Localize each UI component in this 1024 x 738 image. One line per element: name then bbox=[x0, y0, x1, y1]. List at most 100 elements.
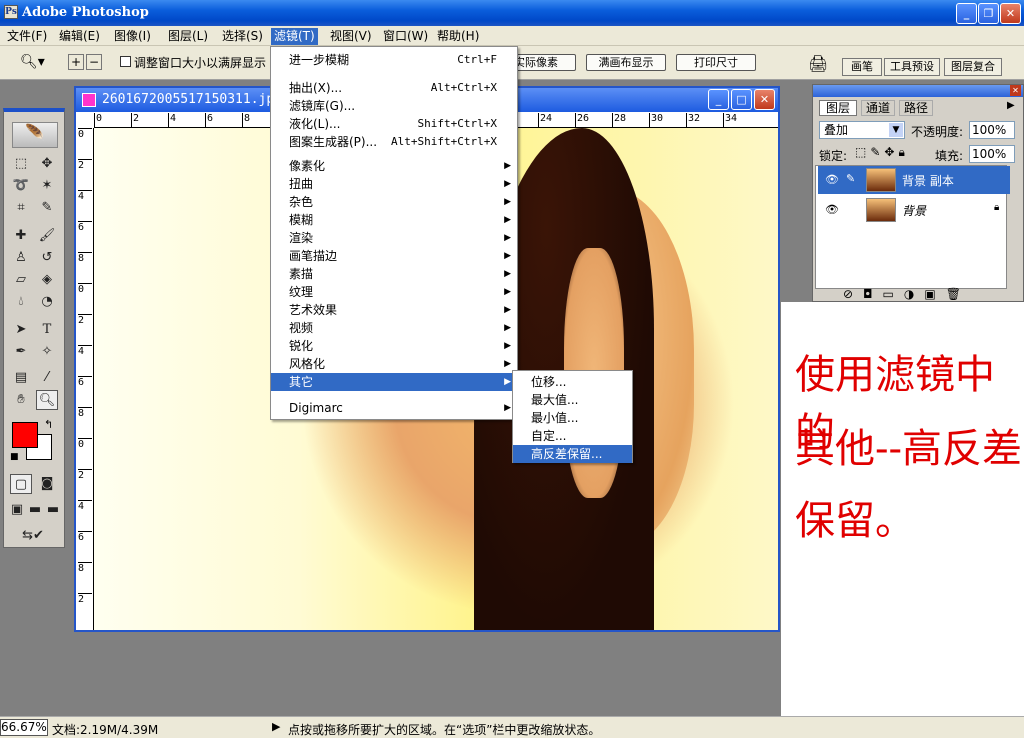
tab-tool-presets[interactable]: 工具预设 bbox=[884, 58, 940, 76]
layers-panel-close-icon[interactable]: ✕ bbox=[1010, 85, 1021, 96]
other-submenu-item[interactable]: 最大值... bbox=[513, 391, 632, 409]
slice-tool-icon[interactable]: ✎ bbox=[36, 198, 58, 218]
palette-well-icon[interactable]: 🖨︎ bbox=[808, 54, 828, 73]
zoom-in-icon[interactable]: + bbox=[68, 54, 84, 70]
fill-field[interactable]: 100% bbox=[969, 145, 1015, 163]
eyedropper-tool-icon[interactable]: ⁄ bbox=[36, 368, 58, 388]
other-submenu-item[interactable]: 最小值... bbox=[513, 409, 632, 427]
paint-bucket-tool-icon[interactable]: ◈ bbox=[36, 270, 58, 290]
menu-layer[interactable]: 图层(L) bbox=[165, 28, 211, 45]
menu-edit[interactable]: 编辑(E) bbox=[56, 28, 103, 45]
minimize-button[interactable]: _ bbox=[956, 3, 977, 24]
screen-mode-standard-icon[interactable]: ▣ bbox=[8, 500, 26, 520]
other-submenu-item[interactable]: 高反差保留... bbox=[513, 445, 632, 463]
filter-menu-item[interactable]: 其它 ▶ bbox=[271, 373, 517, 391]
menu-filter[interactable]: 滤镜(T) bbox=[271, 28, 318, 45]
zoom-tool-icon[interactable]: 🔍︎ bbox=[36, 390, 58, 410]
marquee-tool-icon[interactable]: ⬚ bbox=[10, 154, 32, 174]
tab-layer-comps[interactable]: 图层复合 bbox=[944, 58, 1002, 76]
menu-image[interactable]: 图像(I) bbox=[111, 28, 154, 45]
eraser-tool-icon[interactable]: ▱ bbox=[10, 270, 32, 290]
path-selection-tool-icon[interactable]: ➤ bbox=[10, 320, 32, 340]
filter-menu-item[interactable]: 杂色 ▶ bbox=[271, 193, 517, 211]
menu-view[interactable]: 视图(V) bbox=[327, 28, 375, 45]
zoom-out-icon[interactable]: − bbox=[86, 54, 102, 70]
other-submenu-item[interactable]: 自定... bbox=[513, 427, 632, 445]
filter-menu-item[interactable]: 纹理 ▶ bbox=[271, 283, 517, 301]
hand-tool-icon[interactable]: ✋︎ bbox=[10, 390, 32, 410]
menu-item-label: 高反差保留... bbox=[531, 447, 603, 461]
tab-paths[interactable]: 路径 bbox=[899, 100, 934, 116]
default-colors-icon[interactable]: ■ bbox=[10, 452, 19, 462]
filter-menu-item[interactable]: 液化(L)... Shift+Ctrl+X bbox=[271, 115, 517, 133]
dodge-tool-icon[interactable]: ◔ bbox=[36, 292, 58, 312]
layer-row[interactable]: 👁︎ 背景 🔒︎ bbox=[818, 196, 1010, 224]
print-size-button[interactable]: 打印尺寸 bbox=[676, 54, 756, 71]
filter-menu-item[interactable]: 图案生成器(P)... Alt+Shift+Ctrl+X bbox=[271, 133, 517, 151]
filter-menu-item[interactable]: 像素化 ▶ bbox=[271, 157, 517, 175]
filter-menu-item[interactable]: Digimarc ▶ bbox=[271, 399, 517, 417]
filter-menu-item[interactable]: 渲染 ▶ bbox=[271, 229, 517, 247]
doc-minimize-button[interactable]: _ bbox=[708, 89, 729, 110]
filter-menu-item[interactable]: 滤镜库(G)... bbox=[271, 97, 517, 115]
filter-menu-item[interactable]: 进一步模糊 Ctrl+F bbox=[271, 51, 517, 69]
screen-mode-full-menu-icon[interactable]: ▬ bbox=[26, 500, 44, 520]
filter-menu-item[interactable]: 风格化 ▶ bbox=[271, 355, 517, 373]
tab-layers[interactable]: 图层 bbox=[819, 100, 858, 116]
swap-colors-icon[interactable]: ↰ bbox=[44, 418, 53, 431]
menu-window[interactable]: 窗口(W) bbox=[380, 28, 431, 45]
ruler-tick-label: 8 bbox=[242, 113, 250, 127]
filter-menu-item[interactable]: 抽出(X)... Alt+Ctrl+X bbox=[271, 79, 517, 97]
eye-icon[interactable]: 👁︎ bbox=[822, 200, 842, 220]
doc-close-button[interactable]: ✕ bbox=[754, 89, 775, 110]
standard-mode-icon[interactable]: ▢ bbox=[10, 474, 32, 494]
doc-maximize-button[interactable]: □ bbox=[731, 89, 752, 110]
tab-brushes[interactable]: 画笔 bbox=[842, 58, 882, 76]
filter-menu-item[interactable]: 锐化 ▶ bbox=[271, 337, 517, 355]
layer-buttons-bar[interactable]: ⊘◘▭◑▣🗑︎ bbox=[843, 287, 971, 301]
blend-mode-select[interactable]: 叠加 ▼ bbox=[819, 121, 905, 139]
crop-tool-icon[interactable]: ⌗ bbox=[10, 198, 32, 218]
filter-menu-item[interactable]: 扭曲 ▶ bbox=[271, 175, 517, 193]
filter-menu-item[interactable]: 模糊 ▶ bbox=[271, 211, 517, 229]
actual-pixels-button[interactable]: 实际像素 bbox=[516, 54, 576, 71]
foreground-color-swatch[interactable] bbox=[12, 422, 38, 448]
layer-row[interactable]: 👁︎ ✎ 背景 副本 bbox=[818, 166, 1010, 194]
restore-button[interactable]: ❐ bbox=[978, 3, 999, 24]
brush-tool-icon[interactable]: 🖌︎ bbox=[36, 226, 58, 246]
lasso-tool-icon[interactable]: ➰ bbox=[10, 176, 32, 196]
panel-menu-arrow-icon[interactable]: ▶ bbox=[1007, 100, 1015, 111]
close-button[interactable]: ✕ bbox=[1000, 3, 1021, 24]
type-tool-icon[interactable]: T bbox=[36, 320, 58, 340]
screen-mode-full-icon[interactable]: ▬ bbox=[44, 500, 62, 520]
other-submenu-item[interactable]: 位移... bbox=[513, 373, 632, 391]
healing-brush-tool-icon[interactable]: ✚ bbox=[10, 226, 32, 246]
jump-to-imageready-icon[interactable]: ⇆✔ bbox=[10, 526, 56, 546]
custom-shape-tool-icon[interactable]: ✧ bbox=[36, 342, 58, 362]
quick-mask-mode-icon[interactable]: ◙ bbox=[36, 474, 58, 494]
filter-menu-item[interactable]: 视频 ▶ bbox=[271, 319, 517, 337]
eye-icon[interactable]: 👁︎ bbox=[822, 170, 842, 190]
status-arrow-icon[interactable]: ▶ bbox=[272, 720, 280, 733]
menu-help[interactable]: 帮助(H) bbox=[434, 28, 482, 45]
blur-tool-icon[interactable]: 💧︎ bbox=[10, 292, 32, 312]
magic-wand-tool-icon[interactable]: ✶ bbox=[36, 176, 58, 196]
menu-select[interactable]: 选择(S) bbox=[219, 28, 266, 45]
feather-logo-icon[interactable]: 🪶 bbox=[12, 122, 58, 148]
zoom-level-field[interactable]: 66.67% bbox=[0, 719, 48, 736]
tab-channels[interactable]: 通道 bbox=[861, 100, 896, 116]
notes-tool-icon[interactable]: ▤ bbox=[10, 368, 32, 388]
fit-screen-button[interactable]: 满画布显示 bbox=[586, 54, 666, 71]
move-tool-icon[interactable]: ✥ bbox=[36, 154, 58, 174]
filter-menu-item[interactable]: 素描 ▶ bbox=[271, 265, 517, 283]
filter-menu-item[interactable]: 艺术效果 ▶ bbox=[271, 301, 517, 319]
opacity-field[interactable]: 100% bbox=[969, 121, 1015, 139]
filter-menu-item[interactable]: 画笔描边 ▶ bbox=[271, 247, 517, 265]
lock-icons[interactable]: ⬚✎✥🔒︎ bbox=[855, 145, 909, 160]
zoom-tool-icon[interactable]: 🔍︎▾ bbox=[20, 54, 45, 70]
pen-tool-icon[interactable]: ✒︎ bbox=[10, 342, 32, 362]
history-brush-tool-icon[interactable]: ↺ bbox=[36, 248, 58, 268]
clone-stamp-tool-icon[interactable]: ♙ bbox=[10, 248, 32, 268]
menu-file[interactable]: 文件(F) bbox=[4, 28, 50, 45]
resize-window-checkbox[interactable] bbox=[120, 56, 131, 67]
